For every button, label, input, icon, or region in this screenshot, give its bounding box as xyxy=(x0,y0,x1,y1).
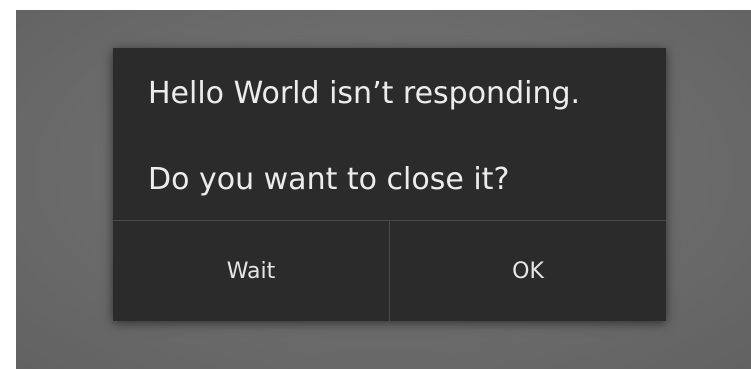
dialog-button-bar: Wait OK xyxy=(113,221,666,321)
screen-background: Hello World isn’t responding. Do you wan… xyxy=(16,10,751,369)
dialog-message-line1: Hello World isn’t responding. xyxy=(148,76,581,111)
anr-dialog: Hello World isn’t responding. Do you wan… xyxy=(113,48,666,321)
dialog-message: Hello World isn’t responding. Do you wan… xyxy=(148,48,646,220)
dialog-message-line2: Do you want to close it? xyxy=(148,162,510,197)
wait-button[interactable]: Wait xyxy=(113,221,389,321)
ok-button[interactable]: OK xyxy=(390,221,666,321)
